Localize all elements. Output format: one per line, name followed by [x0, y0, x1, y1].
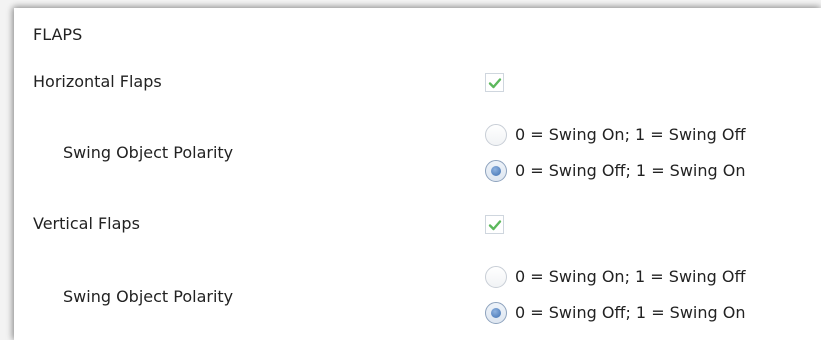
- horizontal-flaps-checkbox[interactable]: [485, 73, 504, 92]
- radio-label: 0 = Swing On; 1 = Swing Off: [515, 267, 746, 286]
- vertical-polarity-label: Swing Object Polarity: [63, 287, 234, 306]
- horizontal-flaps-label: Horizontal Flaps: [33, 72, 162, 91]
- checkmark-icon: [488, 78, 502, 89]
- horizontal-polarity-label: Swing Object Polarity: [63, 143, 234, 162]
- vertical-flaps-checkbox[interactable]: [485, 215, 504, 234]
- horizontal-polarity-option-swing-off[interactable]: 0 = Swing Off; 1 = Swing On: [485, 159, 815, 183]
- section-title: FLAPS: [33, 25, 83, 44]
- vertical-polarity-option-swing-off[interactable]: 0 = Swing Off; 1 = Swing On: [485, 301, 815, 325]
- radio-button: [485, 266, 507, 288]
- horizontal-polarity-option-swing-on[interactable]: 0 = Swing On; 1 = Swing Off: [485, 123, 815, 147]
- checkmark-icon: [488, 220, 502, 231]
- radio-label: 0 = Swing On; 1 = Swing Off: [515, 125, 746, 144]
- radio-button-selected: [485, 160, 507, 182]
- vertical-flaps-label: Vertical Flaps: [33, 214, 140, 233]
- vertical-polarity-option-swing-on[interactable]: 0 = Swing On; 1 = Swing Off: [485, 265, 815, 289]
- radio-dot-icon: [491, 166, 501, 176]
- radio-label: 0 = Swing Off; 1 = Swing On: [515, 161, 746, 180]
- flaps-settings-panel: FLAPS Horizontal Flaps Swing Object Pola…: [14, 8, 821, 340]
- radio-button-selected: [485, 302, 507, 324]
- radio-button: [485, 124, 507, 146]
- radio-dot-icon: [491, 308, 501, 318]
- radio-label: 0 = Swing Off; 1 = Swing On: [515, 303, 746, 322]
